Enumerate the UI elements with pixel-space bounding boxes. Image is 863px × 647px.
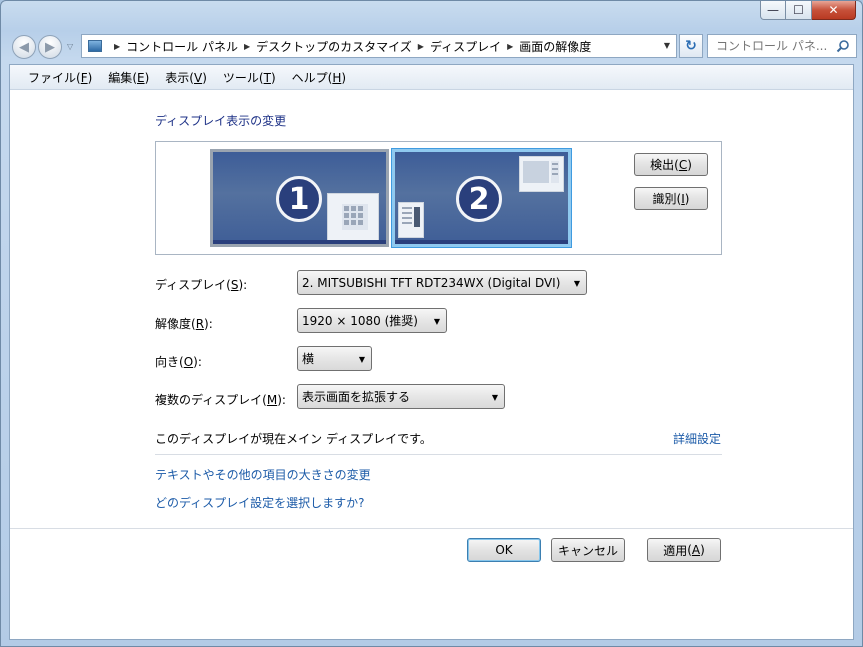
maximize-button[interactable]: ☐ [786,1,812,20]
client-area: ファイル(F) 編集(E) 表示(V) ツール(T) ヘルプ(H) ディスプレイ… [9,64,854,640]
forward-arrow-icon: ▶ [45,39,55,55]
breadcrumb-separator-icon[interactable]: ▶ [114,42,120,51]
display-label: ディスプレイ(S): [155,278,248,292]
multiple-displays-select-value: 表示画面を拡張する [302,390,411,404]
address-dropdown-icon[interactable]: ▼ [664,41,670,50]
breadcrumb-personalization[interactable]: デスクトップのカスタマイズ [256,38,412,55]
address-bar[interactable]: ▶ コントロール パネル ▶ デスクトップのカスタマイズ ▶ ディスプレイ ▶ … [81,34,677,58]
monitor-window-thumbnail-icon [519,156,564,192]
monitor-1[interactable]: 1 [210,149,389,247]
monitor-2[interactable]: 2 [392,149,571,247]
monitor-taskbar [213,240,386,244]
chevron-down-icon: ▼ [433,317,440,326]
menu-help[interactable]: ヘルプ(H) [284,69,354,86]
monitor-number-2: 2 [456,176,502,222]
navigation-bar: ◀ ▶ ▽ ▶ コントロール パネル ▶ デスクトップのカスタマイズ ▶ ディス… [9,33,857,61]
detect-button[interactable]: 検出(C) [634,153,708,176]
resolution-select-value: 1920 × 1080 (推奨) [302,314,418,328]
breadcrumb-separator-icon[interactable]: ▶ [507,42,513,51]
resolution-label: 解像度(R): [155,317,213,331]
multiple-displays-label: 複数のディスプレイ(M): [155,393,286,407]
minimize-button[interactable]: — [760,1,786,20]
advanced-settings-link[interactable]: 詳細設定 [673,430,721,447]
menu-tools[interactable]: ツール(T) [215,69,284,86]
section-divider [155,454,722,455]
display-select-value: 2. MITSUBISHI TFT RDT234WX (Digital DVI) [302,275,561,290]
orientation-select[interactable]: 横 ▼ [297,346,372,371]
recent-pages-chevron-icon[interactable]: ▽ [67,42,73,51]
window-frame: — ☐ ✕ ◀ ▶ ▽ ▶ コントロール パネル ▶ デスクトップのカスタマイズ… [0,0,863,647]
breadcrumb-control-panel[interactable]: コントロール パネル [126,38,238,55]
maximize-icon: ☐ [793,3,804,17]
refresh-icon: ↻ [685,38,697,54]
footer-divider [10,528,853,529]
display-select[interactable]: 2. MITSUBISHI TFT RDT234WX (Digital DVI)… [297,270,587,295]
text-size-link[interactable]: テキストやその他の項目の大きさの変更 [155,466,371,483]
chevron-down-icon: ▼ [573,279,580,288]
monitor-arrangement-panel: 1 2 検出 (C) 識別 (I) [155,141,722,255]
breadcrumb-separator-icon[interactable]: ▶ [244,42,250,51]
minimize-icon: — [767,3,779,17]
monitor-window-thumbnail-icon [327,193,379,243]
monitor-window-thumbnail-icon [398,202,424,238]
search-input[interactable] [714,38,834,54]
menu-file[interactable]: ファイル(F) [20,69,100,86]
close-button[interactable]: ✕ [812,1,856,20]
multiple-displays-select[interactable]: 表示画面を拡張する ▼ [297,384,505,409]
chevron-down-icon: ▼ [358,355,365,364]
search-box[interactable] [707,34,857,58]
monitor-number-1: 1 [276,176,322,222]
main-display-info: このディスプレイが現在メイン ディスプレイです。 [155,432,432,446]
back-button[interactable]: ◀ [12,35,36,59]
refresh-button[interactable]: ↻ [679,34,703,58]
menu-edit[interactable]: 編集(E) [100,69,157,86]
page-title: ディスプレイ表示の変更 [155,114,287,128]
close-icon: ✕ [828,3,839,17]
ok-button[interactable]: OK [467,538,541,562]
breadcrumb-separator-icon[interactable]: ▶ [418,42,424,51]
breadcrumb-screen-resolution[interactable]: 画面の解像度 [519,38,591,55]
orientation-label: 向き(O): [155,355,202,369]
back-arrow-icon: ◀ [19,39,29,55]
control-panel-icon [88,40,102,52]
resolution-select[interactable]: 1920 × 1080 (推奨) ▼ [297,308,447,333]
which-settings-link[interactable]: どのディスプレイ設定を選択しますか? [155,494,365,511]
identify-button[interactable]: 識別(I) [634,187,708,210]
menu-bar: ファイル(F) 編集(E) 表示(V) ツール(T) ヘルプ(H) [10,65,853,90]
orientation-select-value: 横 [302,352,315,366]
menu-view[interactable]: 表示(V) [157,69,215,86]
search-icon[interactable] [836,39,850,53]
monitor-taskbar [395,240,568,244]
forward-button[interactable]: ▶ [38,35,62,59]
caption-buttons: — ☐ ✕ [760,1,856,20]
cancel-button[interactable]: キャンセル [551,538,625,562]
chevron-down-icon: ▼ [491,393,498,402]
breadcrumb-display[interactable]: ディスプレイ [430,38,501,55]
apply-button[interactable]: 適用(A) [647,538,721,562]
